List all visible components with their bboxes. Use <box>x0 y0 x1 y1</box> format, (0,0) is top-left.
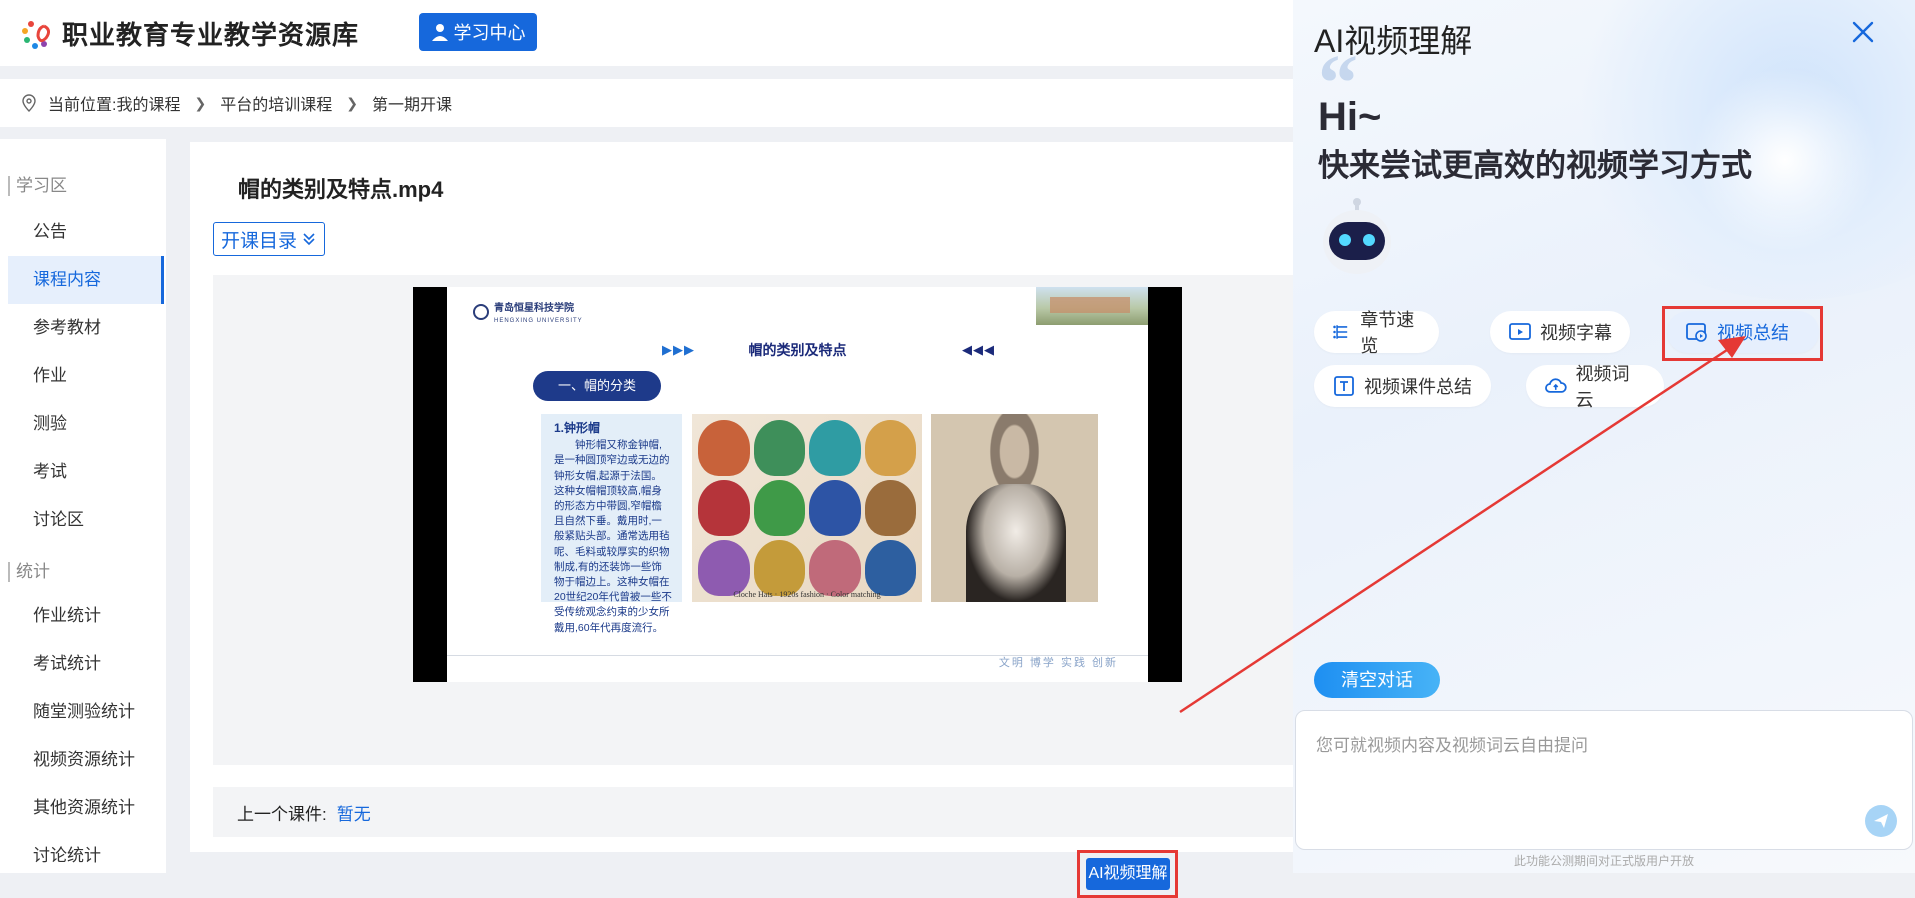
sidebar-item-video-stats[interactable]: 视频资源统计 <box>8 736 164 784</box>
sidebar-item-inclass-quiz-stats[interactable]: 随堂测验统计 <box>8 688 164 736</box>
user-icon <box>431 24 448 41</box>
previous-value-link[interactable]: 暂无 <box>337 800 371 825</box>
ai-video-understanding-button[interactable]: AI视频理解 <box>1086 858 1170 890</box>
catalog-label: 开课目录 <box>220 230 297 252</box>
close-icon[interactable] <box>1849 18 1877 46</box>
school-name: 青岛恒星科技学院 <box>494 303 574 314</box>
slide-heading: 帽的类别及特点 <box>748 342 847 358</box>
chip-courseware-summary[interactable]: 视频课件总结 <box>1314 365 1491 407</box>
chevron-right-icon: ❯ <box>194 94 207 111</box>
chip-label: 视频字幕 <box>1540 323 1612 343</box>
text-box-icon <box>1334 376 1354 396</box>
video-title: 帽的类别及特点.mp4 <box>238 177 444 202</box>
chip-video-subtitles[interactable]: 视频字幕 <box>1490 311 1630 353</box>
location-pin-icon <box>22 94 36 112</box>
image-caption: Cloche Hats · 1920s fashion · Color matc… <box>733 590 881 599</box>
previous-label: 上一个课件: <box>237 804 327 824</box>
list-icon <box>1333 325 1348 339</box>
ai-button-highlight-box: AI视频理解 <box>1077 850 1178 898</box>
school-logo: 青岛恒星科技学院 HENGXING UNIVERSITY <box>473 299 583 325</box>
sidebar-item-exam-stats[interactable]: 考试统计 <box>8 640 164 688</box>
chevron-right-icon: ❯ <box>346 94 358 111</box>
sidebar-item-exam[interactable]: 考试 <box>8 448 164 496</box>
panel-greeting: Hi~ <box>1318 95 1382 139</box>
breadcrumb-prefix: 当前位置: <box>48 97 117 114</box>
panel-subtitle: 快来尝试更高效的视频学习方式 <box>1318 148 1752 183</box>
ai-video-panel: AI视频理解 “ Hi~ 快来尝试更高效的视频学习方式 章节速览 视频字幕 视频… <box>1293 0 1915 873</box>
course-catalog-button[interactable]: 开课目录 <box>213 222 325 256</box>
chip-chapter-overview[interactable]: 章节速览 <box>1314 310 1439 356</box>
sidebar-item-announcement[interactable]: 公告 <box>8 208 164 256</box>
video-subtitle-icon <box>1509 323 1531 340</box>
question-input[interactable] <box>1314 729 1878 823</box>
breadcrumb-item-first-session[interactable]: 第一期开课 <box>372 91 452 115</box>
sidebar-section-stats: 统计 <box>8 562 50 582</box>
slide-footer-motto: 文明 博学 实践 创新 <box>998 657 1118 669</box>
sidebar-item-discussion[interactable]: 讨论区 <box>8 496 164 544</box>
robot-avatar-icon <box>1323 198 1391 274</box>
breadcrumb-item-my-courses[interactable]: 我的课程 <box>116 91 180 115</box>
site-logo-icon <box>22 21 51 49</box>
main-content: 帽的类别及特点.mp4 开课目录 青岛恒星科技学院 HENGXING UNIVE… <box>190 142 1313 898</box>
chip-label: 视频课件总结 <box>1364 377 1472 397</box>
site-title: 职业教育专业教学资源库 <box>62 20 360 50</box>
slide-section-tag: 一、帽的分类 <box>533 371 661 401</box>
school-name-en: HENGXING UNIVERSITY <box>494 318 583 324</box>
campus-photo <box>1036 287 1148 325</box>
chip-word-cloud[interactable]: 视频词云 <box>1526 364 1664 410</box>
sidebar-item-homework-stats[interactable]: 作业统计 <box>8 592 164 640</box>
study-center-label: 学习中心 <box>453 23 526 43</box>
send-icon <box>1874 814 1888 828</box>
cloche-hats-illustration <box>692 414 922 602</box>
school-seal-icon <box>473 304 489 320</box>
video-frame-slide: 青岛恒星科技学院 HENGXING UNIVERSITY ▶▶▶ 帽的类别及特点… <box>447 287 1148 682</box>
breadcrumb-item-training-courses[interactable]: 平台的培训课程 <box>220 91 332 115</box>
video-player[interactable]: 青岛恒星科技学院 HENGXING UNIVERSITY ▶▶▶ 帽的类别及特点… <box>413 287 1182 682</box>
vintage-portrait-photo <box>931 414 1098 602</box>
send-button[interactable] <box>1865 805 1897 837</box>
video-player-area: 青岛恒星科技学院 HENGXING UNIVERSITY ▶▶▶ 帽的类别及特点… <box>213 275 1313 898</box>
sidebar-item-course-content[interactable]: 课程内容 <box>8 256 164 304</box>
slide-text-block: 1.钟形帽 钟形帽又称金钟帽,是一种圆顶窄边或无边的钟形女帽,起源于法国。这种女… <box>541 414 682 634</box>
clear-conversation-button[interactable]: 清空对话 <box>1314 662 1440 698</box>
sidebar: 学习区 公告 课程内容 参考教材 作业 测验 考试 讨论区 统计 作业统计 考试… <box>0 139 166 873</box>
sidebar-item-reference[interactable]: 参考教材 <box>8 304 164 352</box>
cloud-icon <box>1545 378 1567 393</box>
sidebar-item-other-stats[interactable]: 其他资源统计 <box>8 784 164 832</box>
chip-label: 视频词云 <box>1575 364 1630 410</box>
sidebar-section-study: 学习区 <box>8 176 67 196</box>
triangle-left-decor-icon: ◀◀◀ <box>962 342 995 357</box>
sidebar-item-homework[interactable]: 作业 <box>8 352 164 400</box>
study-center-button[interactable]: 学习中心 <box>419 13 537 51</box>
chip-label: 章节速览 <box>1360 310 1415 356</box>
previous-courseware-bar: 上一个课件: 暂无 <box>213 787 1313 837</box>
video-summary-highlight-box <box>1662 306 1823 361</box>
slide-subheading: 1.钟形帽 <box>554 421 601 435</box>
sidebar-item-quiz[interactable]: 测验 <box>8 400 164 448</box>
double-chevron-down-icon <box>303 233 315 246</box>
slide-body-text: 钟形帽又称金钟帽,是一种圆顶窄边或无边的钟形女帽,起源于法国。这种女帽帽顶较高,… <box>554 439 672 634</box>
question-input-box <box>1295 710 1913 850</box>
panel-footnote: 此功能公测期间对正式版用户开放 <box>1513 854 1694 868</box>
